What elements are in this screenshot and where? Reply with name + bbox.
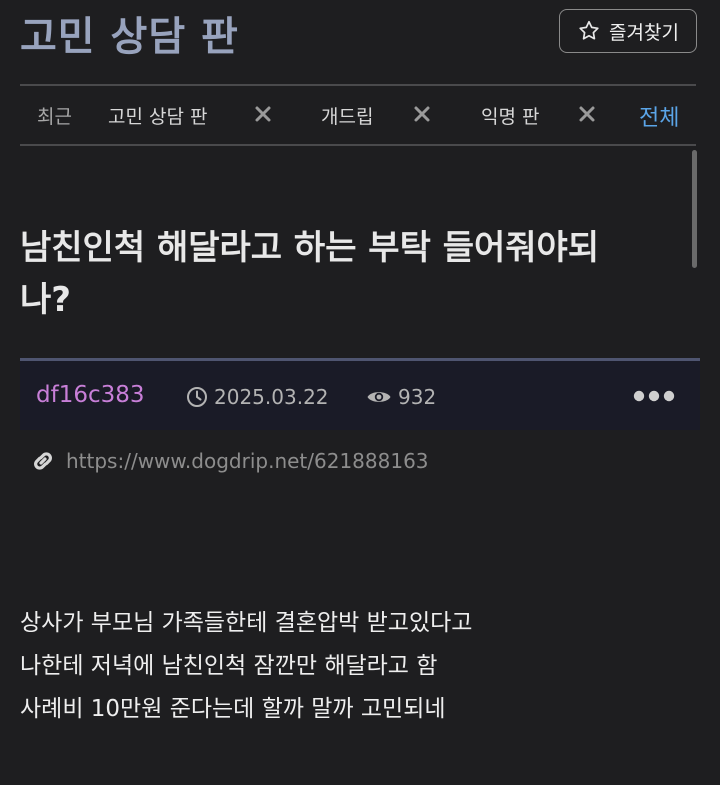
view-count: 932 [366, 385, 436, 409]
post-body: 상사가 부모님 가족들한테 결혼압박 받고있다고 나한테 저녁에 남친인척 잠깐… [20, 602, 700, 731]
body-line: 나한테 저녁에 남친인척 잠깐만 해달라고 함 [20, 653, 438, 679]
post-link[interactable]: https://www.dogdrip.net/621888163 [30, 448, 429, 474]
tab-all[interactable]: 전체 [639, 100, 679, 132]
clock-icon [187, 387, 207, 407]
date-text: 2025.03.22 [214, 385, 329, 409]
recent-boards-bar: 최근 고민 상담 판 개드립 익명 판 전체 [20, 84, 696, 146]
close-icon[interactable] [254, 105, 272, 123]
board-title[interactable]: 고민 상담 판 [20, 4, 239, 62]
tab-gomin[interactable]: 고민 상담 판 [108, 102, 207, 129]
views-text: 932 [398, 385, 437, 409]
more-options-icon[interactable] [632, 385, 676, 407]
close-icon[interactable] [578, 105, 596, 123]
body-line: 상사가 부모님 가족들한테 결혼압박 받고있다고 [20, 610, 473, 636]
link-icon [34, 452, 52, 470]
post-date: 2025.03.22 [186, 385, 329, 409]
favorite-label: 즐겨찾기 [609, 21, 679, 44]
post-title-line: 나? [20, 280, 72, 320]
post-title: 남친인척 해달라고 하는 부탁 들어줘야되 나? [20, 222, 700, 326]
close-icon[interactable] [413, 105, 431, 123]
body-line: 사례비 10만원 준다는데 할까 말까 고민되네 [20, 696, 446, 722]
post-url[interactable]: https://www.dogdrip.net/621888163 [66, 449, 429, 473]
post-title-line: 남친인척 해달라고 하는 부탁 들어줘야되 [20, 228, 600, 268]
tab-anonymous[interactable]: 익명 판 [481, 102, 539, 129]
author-name[interactable]: df16c383 [36, 382, 145, 408]
page: 고민 상담 판 즐겨찾기 최근 고민 상담 판 개드립 익명 판 전체 남친인척… [0, 0, 720, 785]
tab-dogdrip[interactable]: 개드립 [321, 102, 373, 129]
favorite-button[interactable]: 즐겨찾기 [559, 9, 697, 53]
recent-label: 최근 [37, 106, 72, 128]
eye-icon [367, 392, 391, 402]
star-outline-icon [579, 20, 599, 40]
post-meta-bar: df16c383 2025.03.22 932 [20, 358, 700, 430]
